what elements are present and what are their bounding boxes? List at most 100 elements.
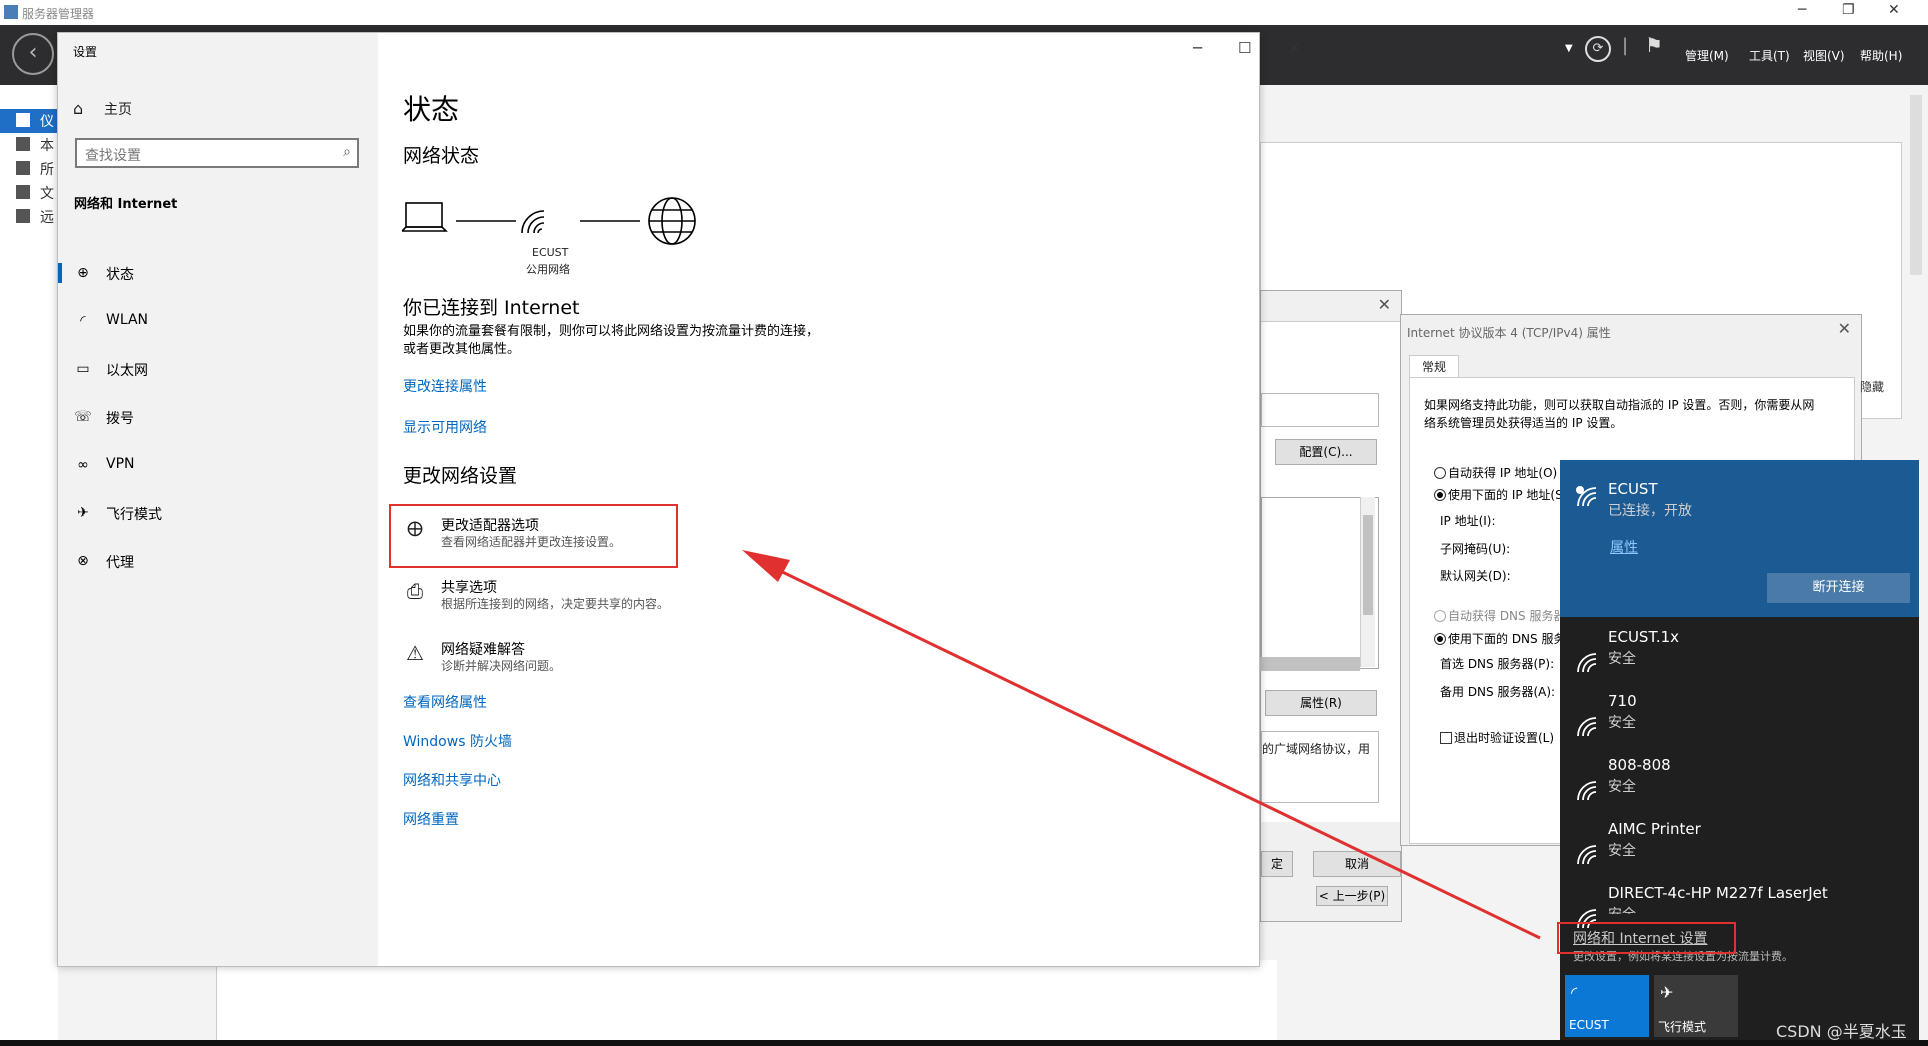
hidden-label: 隐藏 [1860,380,1885,394]
remote-icon [16,209,30,223]
cancel-button[interactable]: 取消 [1313,851,1401,877]
sm-scrollbar[interactable] [1910,95,1922,275]
sm-nav-dashboard[interactable]: 仪 [0,109,58,133]
search-input[interactable]: 查找设置 ⌕ [75,138,359,168]
annotation-box-settings [1557,922,1736,954]
show-available-networks-link[interactable]: 显示可用网络 [403,417,487,437]
sm-nav-all[interactable]: 所 [0,157,58,181]
tile-airplane-label: 飞行模式 [1658,1020,1707,1034]
sharing-options-title: 共享选项 [441,580,497,596]
auto-ip-label: 自动获得 IP 地址(O) [1448,466,1558,480]
home-nav-item[interactable]: ⌂ 主页 [73,93,363,123]
wifi-signal-icon [521,210,545,234]
search-icon: ⌕ [343,144,351,160]
network-ssid[interactable]: DIRECT-4c-HP M227f LaserJet [1608,884,1828,902]
close-icon[interactable]: ✕ [1838,319,1851,338]
close-icon[interactable]: ✕ [1288,39,1301,57]
network-status: 安全 [1608,904,1636,914]
ipv4-desc-line1: 如果网络支持此功能，则可以获取自动指派的 IP 设置。否则，你需要从网 [1424,398,1815,412]
tile-airplane[interactable]: ✈ 飞行模式 [1654,975,1738,1037]
tile-wifi[interactable]: ◜ ECUST [1565,975,1649,1037]
file-services-icon [16,185,30,199]
disconnect-button[interactable]: 断开连接 [1767,573,1910,603]
network-ssid[interactable]: 808-808 [1608,756,1671,774]
minimize-icon[interactable]: ─ [1193,39,1202,57]
prev-button[interactable]: < 上一步(P) [1316,886,1388,906]
nav-dialup[interactable]: ☏ 拨号 [58,401,378,433]
network-status: 安全 [1608,779,1636,795]
menu-tools[interactable]: 工具(T) [1749,47,1790,64]
nav-ethernet[interactable]: ▭ 以太网 [58,353,378,385]
view-network-properties-link[interactable]: 查看网络属性 [403,692,487,712]
change-connection-properties-link[interactable]: 更改连接属性 [403,376,487,396]
configure-button[interactable]: 配置(C)... [1275,439,1377,465]
connected-heading: 你已连接到 Internet [403,297,580,319]
auto-dns-label: 自动获得 DNS 服务器 [1448,609,1566,623]
nav-wlan[interactable]: ◜ WLAN [58,305,378,337]
auto-dns-radio[interactable] [1434,610,1446,622]
ok-button[interactable]: 定 [1261,851,1293,877]
maximize-icon[interactable]: ☐ [1238,39,1251,57]
server-icon [16,137,30,151]
menu-manage[interactable]: 管理(M) [1685,47,1729,64]
airplane-icon: ✈ [77,505,89,521]
refresh-icon[interactable]: ⟳ [1585,36,1611,62]
network-properties-link[interactable]: 属性 [1610,537,1638,557]
troubleshooter-title: 网络疑难解答 [441,642,525,658]
laptop-icon [400,202,448,232]
troubleshooter-desc: 诊断并解决网络问题。 [441,659,562,673]
server-manager-titlebar: 服务器管理器 ─ ❐ ✕ [0,0,1928,26]
troubleshooter-item[interactable]: ⚠ 网络疑难解答 诊断并解决网络问题。 [403,637,703,683]
home-label: 主页 [104,102,132,118]
network-reset-link[interactable]: 网络重置 [403,809,459,829]
manual-ip-label: 使用下面的 IP 地址(S [1448,488,1563,502]
search-placeholder: 查找设置 [85,148,141,164]
network-status: 安全 [1608,715,1636,731]
network-ssid[interactable]: 710 [1608,692,1637,710]
close-icon[interactable]: ✕ [1378,295,1391,314]
manual-dns-label: 使用下面的 DNS 服务 [1448,632,1566,646]
airplane-icon: ✈ [1660,983,1674,1002]
status-icon: ⊕ [77,265,89,281]
servers-icon [16,161,30,175]
taskbar [0,1040,1928,1046]
dropdown-icon[interactable]: ▼ [1565,43,1573,54]
auto-ip-radio[interactable] [1434,467,1446,479]
sharing-options-item[interactable]: ⎙ 共享选项 根据所连接到的网络，决定要共享的内容。 [403,575,703,621]
sm-nav-file[interactable]: 文 [0,181,58,205]
sm-nav-local[interactable]: 本 [0,133,58,157]
tile-wifi-label: ECUST [1569,1018,1609,1032]
nav-proxy[interactable]: ⊗ 代理 [58,545,378,577]
settings-title: 设置 [73,45,98,59]
close-icon[interactable]: ✕ [1888,2,1900,18]
menu-help[interactable]: 帮助(H) [1860,47,1902,64]
change-settings-heading: 更改网络设置 [403,465,518,487]
sm-nav-remote[interactable]: 远 [0,205,58,229]
network-ssid[interactable]: AIMC Printer [1608,820,1701,838]
nc-horizontal-scrollbar[interactable] [1260,657,1360,671]
restore-icon[interactable]: ❐ [1842,2,1855,18]
ipv4-dialog-title: Internet 协议版本 4 (TCP/IPv4) 属性 [1407,326,1611,340]
adapter-field [1261,393,1379,427]
properties-button[interactable]: 属性(R) [1265,690,1377,716]
menu-view[interactable]: 视图(V) [1803,47,1845,64]
manual-ip-radio[interactable] [1434,489,1446,501]
back-button[interactable]: ‹ [12,33,54,75]
manual-dns-radio[interactable] [1434,633,1446,645]
nav-vpn[interactable]: ∞ VPN [58,449,378,481]
connected-status: 已连接，开放 [1608,503,1692,519]
flag-icon[interactable]: ⚑ [1645,33,1663,57]
scroll-thumb[interactable] [1363,515,1373,615]
tab-general[interactable]: 常规 [1409,355,1459,378]
home-icon: ⌂ [73,99,84,118]
server-manager-nav: 仪 本 所 文 远 [0,85,59,1046]
nav-status[interactable]: ⊕ 状态 [58,257,378,289]
alternate-dns-label: 备用 DNS 服务器(A): [1440,685,1556,699]
nc-vertical-scrollbar[interactable] [1360,497,1375,667]
nav-airplane[interactable]: ✈ 飞行模式 [58,497,378,529]
validate-checkbox[interactable] [1440,732,1452,744]
network-ssid[interactable]: ECUST.1x [1608,628,1679,646]
windows-firewall-link[interactable]: Windows 防火墙 [403,731,512,751]
minimize-icon[interactable]: ─ [1798,2,1806,18]
network-sharing-center-link[interactable]: 网络和共享中心 [403,770,501,790]
